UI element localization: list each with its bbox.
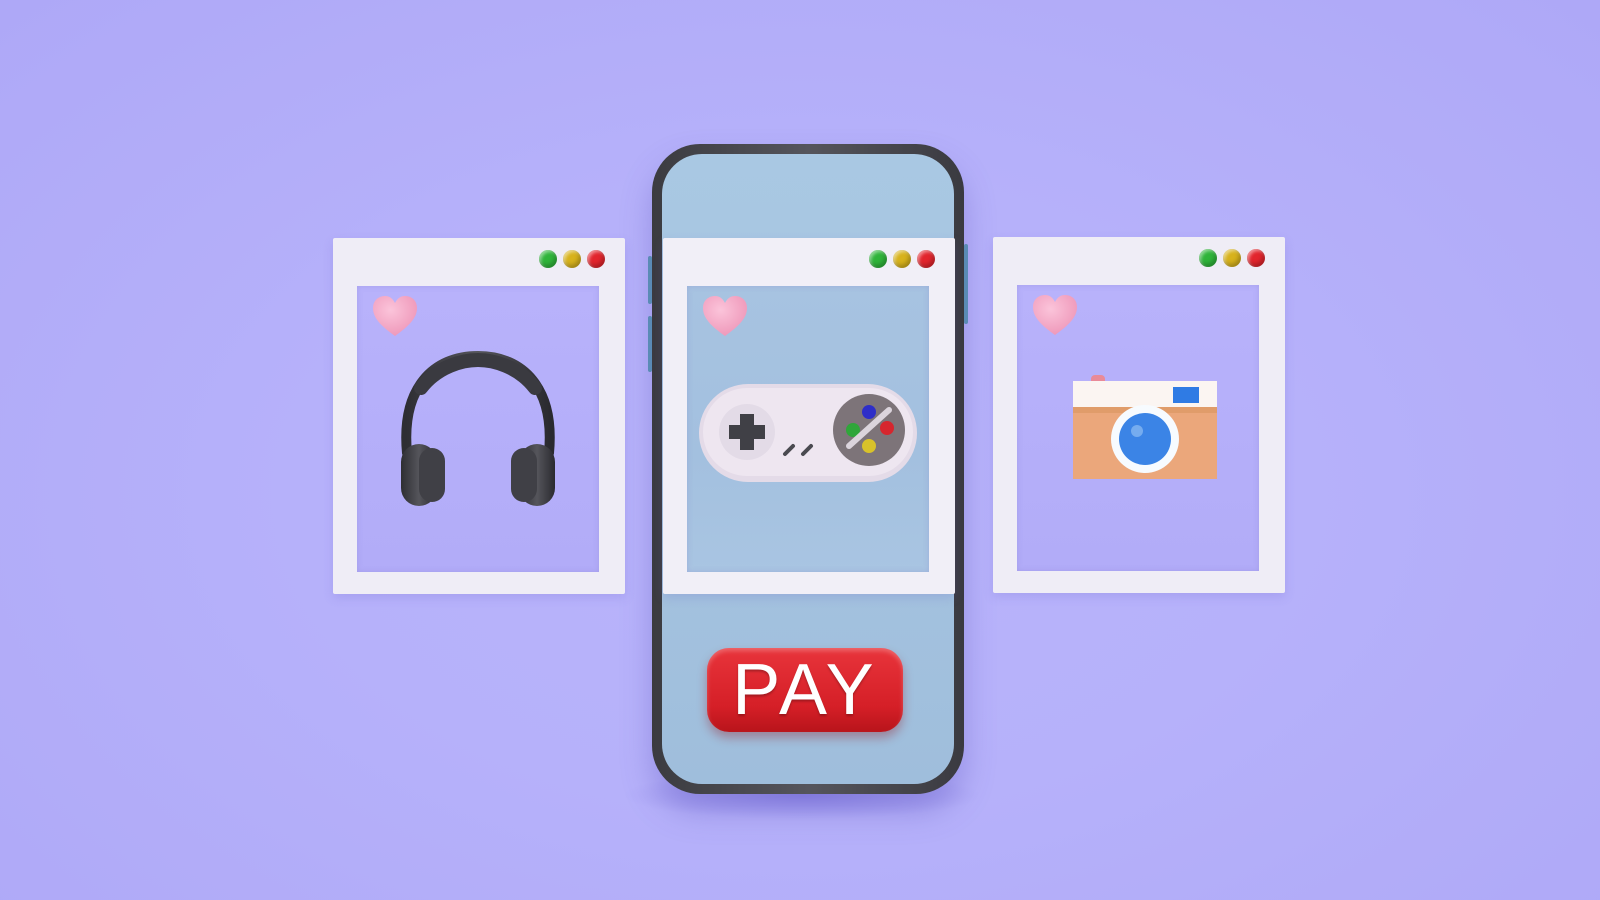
window-controls — [869, 250, 935, 268]
product-pane — [687, 286, 929, 572]
yellow-dot-icon[interactable] — [893, 250, 911, 268]
camera-icon — [1073, 375, 1217, 479]
phone-side-button — [648, 316, 652, 372]
product-window-gamepad[interactable] — [663, 238, 955, 594]
product-window-headphones[interactable] — [333, 238, 625, 594]
yellow-dot-icon[interactable] — [563, 250, 581, 268]
green-dot-icon[interactable] — [539, 250, 557, 268]
green-dot-icon[interactable] — [869, 250, 887, 268]
product-pane — [1017, 285, 1259, 571]
product-window-camera[interactable] — [993, 237, 1285, 593]
yellow-dot-icon[interactable] — [1223, 249, 1241, 267]
window-controls — [539, 250, 605, 268]
gamepad-icon — [699, 384, 917, 482]
phone-side-button — [648, 256, 652, 304]
product-pane — [357, 286, 599, 572]
heart-icon[interactable] — [1031, 293, 1079, 337]
scene: PAY — [0, 0, 1600, 900]
heart-icon[interactable] — [371, 294, 419, 338]
headphones-icon — [401, 350, 555, 506]
red-dot-icon[interactable] — [1247, 249, 1265, 267]
pay-button[interactable]: PAY — [707, 648, 903, 732]
red-dot-icon[interactable] — [917, 250, 935, 268]
window-controls — [1199, 249, 1265, 267]
heart-icon[interactable] — [701, 294, 749, 338]
phone-side-button — [964, 244, 968, 324]
red-dot-icon[interactable] — [587, 250, 605, 268]
green-dot-icon[interactable] — [1199, 249, 1217, 267]
